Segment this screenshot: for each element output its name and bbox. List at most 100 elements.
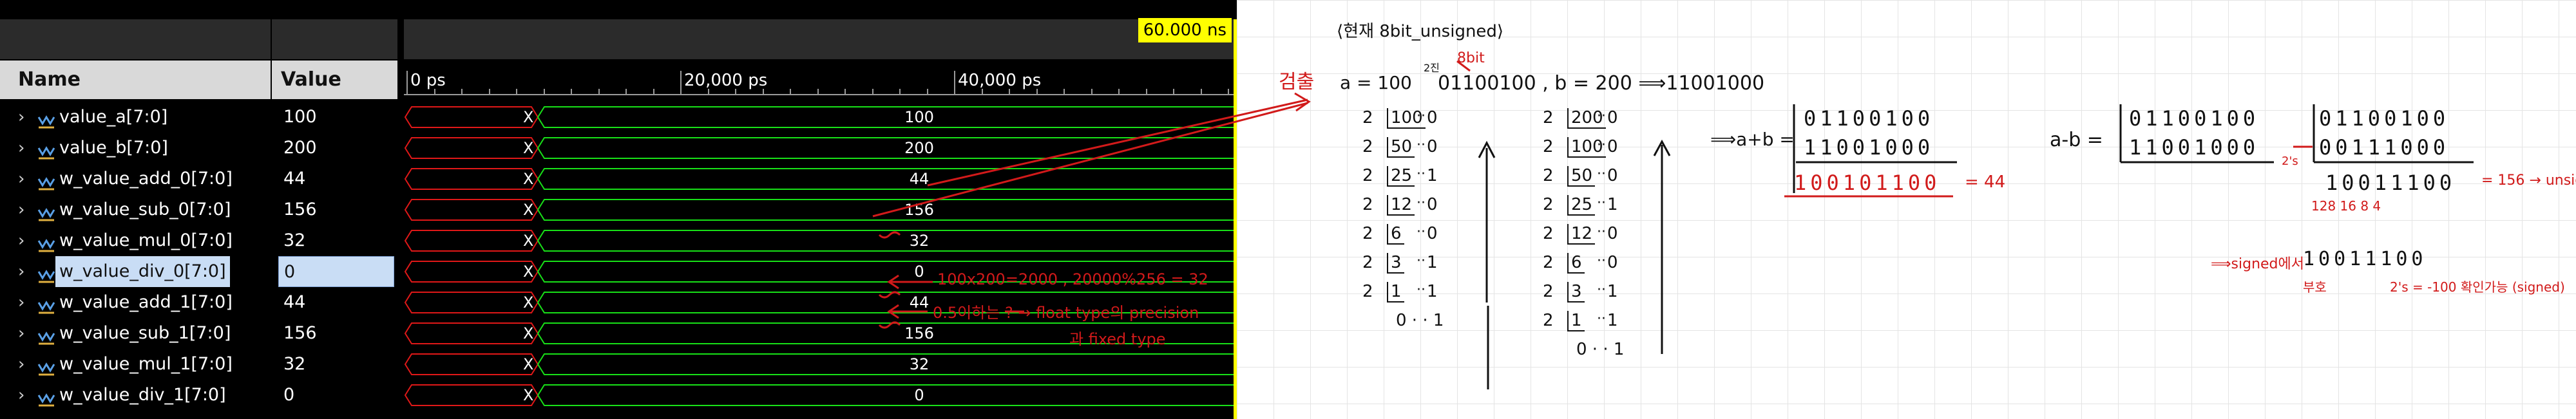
signal-value: 156 xyxy=(283,323,317,343)
divisor: 2 xyxy=(1543,137,1554,156)
ruler-minor-tick xyxy=(844,89,846,95)
name-pane-toolbar xyxy=(0,19,271,59)
signal-row[interactable]: › w_value_mul_1[7:0] xyxy=(0,349,271,380)
divisor: 2 xyxy=(1362,224,1373,243)
signal-row[interactable]: › w_value_div_0[7:0] xyxy=(0,256,271,287)
signal-name[interactable]: w_value_sub_0[7:0] xyxy=(59,194,231,225)
waveform-row[interactable]: X 200 xyxy=(404,133,1237,163)
name-column-header[interactable]: Name xyxy=(0,61,271,99)
waveform-value-label: 32 xyxy=(909,232,930,250)
def-a-binary: 01100100 , b = 200 ⟹11001000 xyxy=(1438,72,1765,95)
signal-value: 0 xyxy=(283,385,295,405)
signal-row[interactable]: › w_value_sub_0[7:0] xyxy=(0,194,271,225)
undefined-value-label: X xyxy=(523,108,534,126)
expand-chevron-icon[interactable]: › xyxy=(18,380,31,411)
waveform-row[interactable]: X 156 xyxy=(404,194,1237,225)
remainder: 1 xyxy=(1427,282,1438,301)
ruler-minor-tick xyxy=(899,89,901,95)
expand-chevron-icon[interactable]: › xyxy=(18,287,31,318)
handwritten-notes: 검출 ⟨현재 8bit_unsigned⟩ a = 100 2진 8bit 01… xyxy=(1237,0,2576,419)
value-pane: Value 100 200 44 156 32 0 44 156 32 0 xyxy=(272,0,397,419)
expand-chevron-icon[interactable]: › xyxy=(18,256,31,287)
waveform-value-label: 156 xyxy=(904,324,934,342)
remainder: 0 xyxy=(1427,137,1438,156)
waveform-value-label: 44 xyxy=(909,170,930,188)
signed-bits: 10011100 xyxy=(2303,248,2427,270)
value-column-header[interactable]: Value xyxy=(272,61,397,99)
signal-row[interactable]: › w_value_add_0[7:0] xyxy=(0,163,271,194)
signal-name[interactable]: w_value_add_0[7:0] xyxy=(59,163,233,194)
dots: ·· xyxy=(1417,224,1426,240)
sum-equals: = 44 xyxy=(1965,172,2006,192)
expand-chevron-icon[interactable]: › xyxy=(18,349,31,380)
signal-name[interactable]: w_value_mul_0[7:0] xyxy=(59,225,233,256)
signal-name[interactable]: w_value_div_0[7:0] xyxy=(55,256,230,287)
ruler-minor-tick xyxy=(817,89,819,95)
undefined-value-label: X xyxy=(523,324,534,342)
ruler-minor-tick xyxy=(872,89,873,95)
sum-result: 100101100 xyxy=(1794,171,1941,195)
undefined-value-label: X xyxy=(523,293,534,312)
waveform-row[interactable]: X 44 xyxy=(404,163,1237,194)
final-remainder: 0 · · 1 xyxy=(1396,311,1444,330)
quotient: 12 xyxy=(1567,224,1596,245)
dots: ·· xyxy=(1417,108,1426,124)
signal-row[interactable]: › w_value_add_1[7:0] xyxy=(0,287,271,318)
signal-name[interactable]: w_value_div_1[7:0] xyxy=(59,380,226,411)
remainder: 1 xyxy=(1607,311,1618,330)
signal-name[interactable]: value_a[7:0] xyxy=(59,102,167,133)
quotient: 1 xyxy=(1567,311,1585,331)
expand-chevron-icon[interactable]: › xyxy=(18,194,31,225)
waveform-row[interactable]: X 32 xyxy=(404,225,1237,256)
expand-chevron-icon[interactable]: › xyxy=(18,225,31,256)
expand-chevron-icon[interactable]: › xyxy=(18,318,31,349)
sub-row-1: 01100100 xyxy=(2129,106,2260,131)
bus-signal-icon xyxy=(37,357,55,376)
def-a: a = 100 xyxy=(1340,72,1412,93)
signal-name[interactable]: value_b[7:0] xyxy=(59,133,168,163)
signal-row[interactable]: › w_value_mul_0[7:0] xyxy=(0,225,271,256)
waveform-row[interactable]: X0 xyxy=(404,380,1237,411)
waveform-value-label: 156 xyxy=(904,201,934,219)
signal-row[interactable]: › w_value_div_1[7:0] xyxy=(0,380,271,411)
undefined-value-label: X xyxy=(523,263,534,281)
quotient: 6 xyxy=(1567,253,1585,274)
remainder: 1 xyxy=(1607,282,1618,301)
div-note: 0.5이하는 ? → float type의 precision xyxy=(933,304,1199,322)
signal-row[interactable]: › value_b[7:0] xyxy=(0,133,271,163)
signal-row[interactable]: › value_a[7:0] xyxy=(0,102,271,133)
signal-name[interactable]: w_value_mul_1[7:0] xyxy=(59,349,233,380)
waveform-pane[interactable]: 60.000 ns 0 ps 20,000 ps 40,000 ps X 100 X 20… xyxy=(404,0,1237,419)
bus-signal-icon xyxy=(37,171,55,191)
ruler-minor-tick xyxy=(461,89,463,95)
signed-result: 2's = -100 확인가능 (signed) xyxy=(2390,279,2565,295)
bus-signal-icon xyxy=(37,109,55,129)
divisor: 2 xyxy=(1362,137,1373,156)
signal-value: 44 xyxy=(283,292,306,312)
waveform-row[interactable]: X 100 xyxy=(404,102,1237,133)
quotient: 50 xyxy=(1387,137,1415,158)
remainder: 0 xyxy=(1607,108,1618,127)
time-marker-label: 60.000 ns xyxy=(1138,18,1232,42)
expand-chevron-icon[interactable]: › xyxy=(18,163,31,194)
divisor: 2 xyxy=(1362,108,1373,127)
expand-chevron-icon[interactable]: › xyxy=(18,133,31,163)
ruler-minor-tick xyxy=(680,89,682,95)
ruler-minor-tick xyxy=(489,89,490,95)
signal-name[interactable]: w_value_sub_1[7:0] xyxy=(59,318,231,349)
ruler-minor-tick xyxy=(1146,89,1147,95)
ruler-minor-tick xyxy=(571,89,572,95)
waveform-row[interactable]: X 32 xyxy=(404,349,1237,380)
quotient: 3 xyxy=(1567,282,1585,303)
expand-chevron-icon[interactable]: › xyxy=(18,102,31,133)
dots: ·· xyxy=(1597,311,1606,327)
signal-value: 156 xyxy=(283,200,317,219)
signal-row[interactable]: › w_value_sub_1[7:0] xyxy=(0,318,271,349)
divisor: 2 xyxy=(1543,282,1554,301)
undefined-value-label: X xyxy=(523,355,534,373)
sum-row-2: 11001000 xyxy=(1804,135,1934,160)
quotient: 25 xyxy=(1387,166,1415,187)
dots: ·· xyxy=(1597,253,1606,269)
signal-name[interactable]: w_value_add_1[7:0] xyxy=(59,287,233,318)
ruler-minor-tick xyxy=(1064,89,1065,95)
